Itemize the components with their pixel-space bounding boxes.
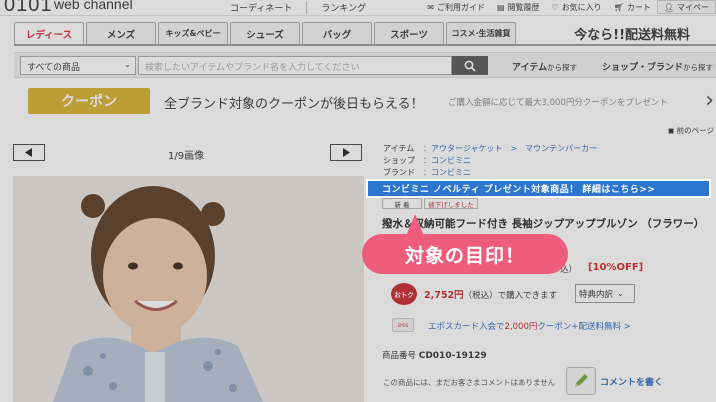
triangle-left-icon bbox=[25, 148, 32, 157]
meta-brand-link[interactable]: ：コンビミニ bbox=[423, 167, 471, 179]
browse-shop-suffix: から探す bbox=[683, 63, 714, 72]
site-logo-sub[interactable]: web channel bbox=[54, 0, 133, 12]
user-icon: 👤︎ bbox=[663, 2, 674, 12]
tab-sports[interactable]: スポーツ bbox=[374, 22, 444, 44]
product-number-label: 商品番号 bbox=[382, 351, 417, 361]
browse-item-suffix: から探す bbox=[547, 63, 578, 72]
product-number-value: CD010-19129 bbox=[418, 351, 487, 361]
cart-link[interactable]: 🛒︎ カート bbox=[608, 2, 657, 13]
chevron-down-icon: ⌄ bbox=[124, 60, 131, 69]
image-counter: 1/9画像 bbox=[168, 151, 205, 162]
prev-page-link[interactable]: ◼ 前のページ bbox=[668, 125, 714, 136]
meta-key: ブランド bbox=[383, 168, 415, 177]
tab-bags[interactable]: バッグ bbox=[302, 22, 372, 44]
category-tabs: レディース メンズ キッズ&ベビー シューズ バッグ スポーツ コスメ·生活雑貨 bbox=[14, 22, 516, 44]
meta-key: アイテム bbox=[383, 144, 415, 153]
new-badge: 新 着 bbox=[382, 198, 422, 209]
tab-shoes[interactable]: シューズ bbox=[230, 22, 300, 44]
tab-mens[interactable]: メンズ bbox=[86, 22, 156, 44]
nav-ranking[interactable]: ランキング bbox=[306, 1, 380, 14]
meta-brand-row: ブランド ：コンビミニ bbox=[383, 167, 597, 179]
mypage-link[interactable]: 👤︎ マイペー bbox=[656, 0, 716, 14]
meta-item-link[interactable]: ：アウタージャケット > マウンテンパーカー bbox=[423, 143, 597, 155]
coupon-headline[interactable]: 全ブランド対象のクーポンが後日もらえる！ bbox=[164, 93, 424, 112]
guide-link[interactable]: ✉ ご利用ガイド bbox=[421, 2, 491, 13]
search-button[interactable] bbox=[452, 56, 488, 75]
epos-text-a: エポスカード入会で bbox=[428, 322, 505, 332]
envelope-icon: ✉ bbox=[427, 2, 434, 12]
epos-text-c: クーポン+配送料無料 > bbox=[537, 322, 631, 332]
coupon-subtext: ご購入金額に応じて最大3,000円分クーポンをプレゼント bbox=[448, 98, 668, 108]
perks-dropdown[interactable]: 特典内訳 ⌄ bbox=[575, 284, 635, 303]
chevron-down-icon: ⌄ bbox=[617, 289, 624, 298]
search-scope-value: すべての商品 bbox=[27, 63, 81, 73]
epos-amount: 2,000円 bbox=[504, 322, 538, 332]
product-meta: アイテム ：アウタージャケット > マウンテンパーカー ショップ ：コンビミニ … bbox=[383, 143, 597, 179]
perks-label: 特典内訳 bbox=[579, 289, 614, 300]
tab-cosme[interactable]: コスメ·生活雑貨 bbox=[446, 22, 516, 44]
tab-divider bbox=[14, 44, 716, 46]
nav-coordinate[interactable]: コーディネート bbox=[216, 1, 306, 14]
search-input[interactable]: 検索したいアイテムやブランド名を入力してください bbox=[138, 56, 452, 75]
product-number: 商品番号 CD010-19129 bbox=[382, 349, 487, 361]
tab-ladies[interactable]: レディース bbox=[14, 22, 84, 44]
meta-shop-row: ショップ ：コンビミニ bbox=[383, 155, 597, 167]
prev-page-label: 前のページ bbox=[676, 126, 714, 135]
price-down-badge: 値下げしました bbox=[424, 198, 478, 209]
otoku-badge: おトク bbox=[391, 283, 417, 305]
search-icon bbox=[464, 60, 476, 72]
favorites-link[interactable]: ♡ お気に入り bbox=[546, 2, 608, 13]
history-label: 閲覧履歴 bbox=[507, 2, 540, 12]
cart-label: カート bbox=[626, 2, 651, 12]
triangle-right-icon bbox=[343, 148, 350, 157]
mypage-label: マイペー bbox=[677, 2, 709, 12]
epos-card-icon: EPOS bbox=[392, 318, 414, 332]
heart-icon: ♡ bbox=[551, 2, 559, 12]
write-comment-button[interactable] bbox=[566, 367, 596, 395]
utility-nav: ✉ ご利用ガイド ▤ 閲覧履歴 ♡ お気に入り 🛒︎ カート 👤︎ マイペー bbox=[421, 0, 716, 14]
browse-shop-label: ショップ・ブランド bbox=[602, 63, 684, 73]
back-square-icon: ◼ bbox=[668, 126, 675, 135]
next-image-button[interactable] bbox=[330, 144, 362, 161]
callout-pointer bbox=[406, 214, 424, 236]
review-empty-note: この商品には、まだお客さまコメントはありません bbox=[383, 378, 556, 387]
search-scope-select[interactable]: すべての商品 ⌄ bbox=[20, 56, 136, 75]
chevron-right-icon[interactable]: › bbox=[705, 88, 714, 113]
history-icon: ▤ bbox=[496, 2, 505, 12]
top-bar: 0101 web channel コーディネート ランキング ✉ ご利用ガイド … bbox=[0, 0, 716, 16]
epos-promo-link[interactable]: エポスカード入会で2,000円クーポン+配送料無料 > bbox=[428, 320, 631, 332]
write-comment-link[interactable]: コメントを書く bbox=[600, 375, 663, 388]
browse-item-label: アイテム bbox=[512, 63, 548, 73]
guide-label: ご利用ガイド bbox=[436, 2, 485, 12]
top-nav: コーディネート ランキング bbox=[216, 1, 380, 14]
cart-icon: 🛒︎ bbox=[613, 2, 624, 12]
meta-key: ショップ bbox=[383, 156, 415, 165]
site-logo[interactable]: 0101 bbox=[4, 0, 53, 17]
deal-price-suffix: （税込）で購入できます bbox=[463, 291, 558, 301]
product-title: 撥水＆収納可能フード付き 長袖ジップアップブルゾン （フラワー） bbox=[382, 218, 705, 230]
tab-kids-baby[interactable]: キッズ&ベビー bbox=[158, 22, 228, 44]
meta-shop-link[interactable]: ：コンビミニ bbox=[423, 155, 471, 167]
discount-label: [10%OFF] bbox=[588, 262, 644, 273]
free-shipping-banner[interactable]: 今なら!!配送料無料 bbox=[574, 24, 690, 43]
coupon-button[interactable]: クーポン bbox=[28, 88, 150, 114]
browse-by-shop-link[interactable]: ショップ・ブランドから探す bbox=[602, 60, 713, 73]
history-link[interactable]: ▤ 閲覧履歴 bbox=[491, 2, 546, 13]
search-bar: すべての商品 ⌄ 検索したいアイテムやブランド名を入力してください アイテムから… bbox=[14, 52, 716, 78]
browse-by-item-link[interactable]: アイテムから探す bbox=[512, 60, 577, 73]
product-photo[interactable] bbox=[13, 176, 364, 402]
callout-bubble: 対象の目印！ bbox=[362, 234, 568, 274]
novelty-banner-link[interactable]: コンビミニ ノベルティ プレゼント対象商品！ 詳細はこちら>> bbox=[366, 179, 711, 198]
deal-price-value: 2,752円 bbox=[424, 290, 464, 301]
meta-item-row: アイテム ：アウタージャケット > マウンテンパーカー bbox=[383, 143, 597, 155]
prev-image-button[interactable] bbox=[13, 144, 45, 161]
deal-price: 2,752円（税込）で購入できます bbox=[424, 287, 557, 301]
child-photo-illustration bbox=[13, 176, 364, 402]
pencil-icon bbox=[575, 374, 588, 387]
favorites-label: お気に入り bbox=[561, 2, 602, 12]
